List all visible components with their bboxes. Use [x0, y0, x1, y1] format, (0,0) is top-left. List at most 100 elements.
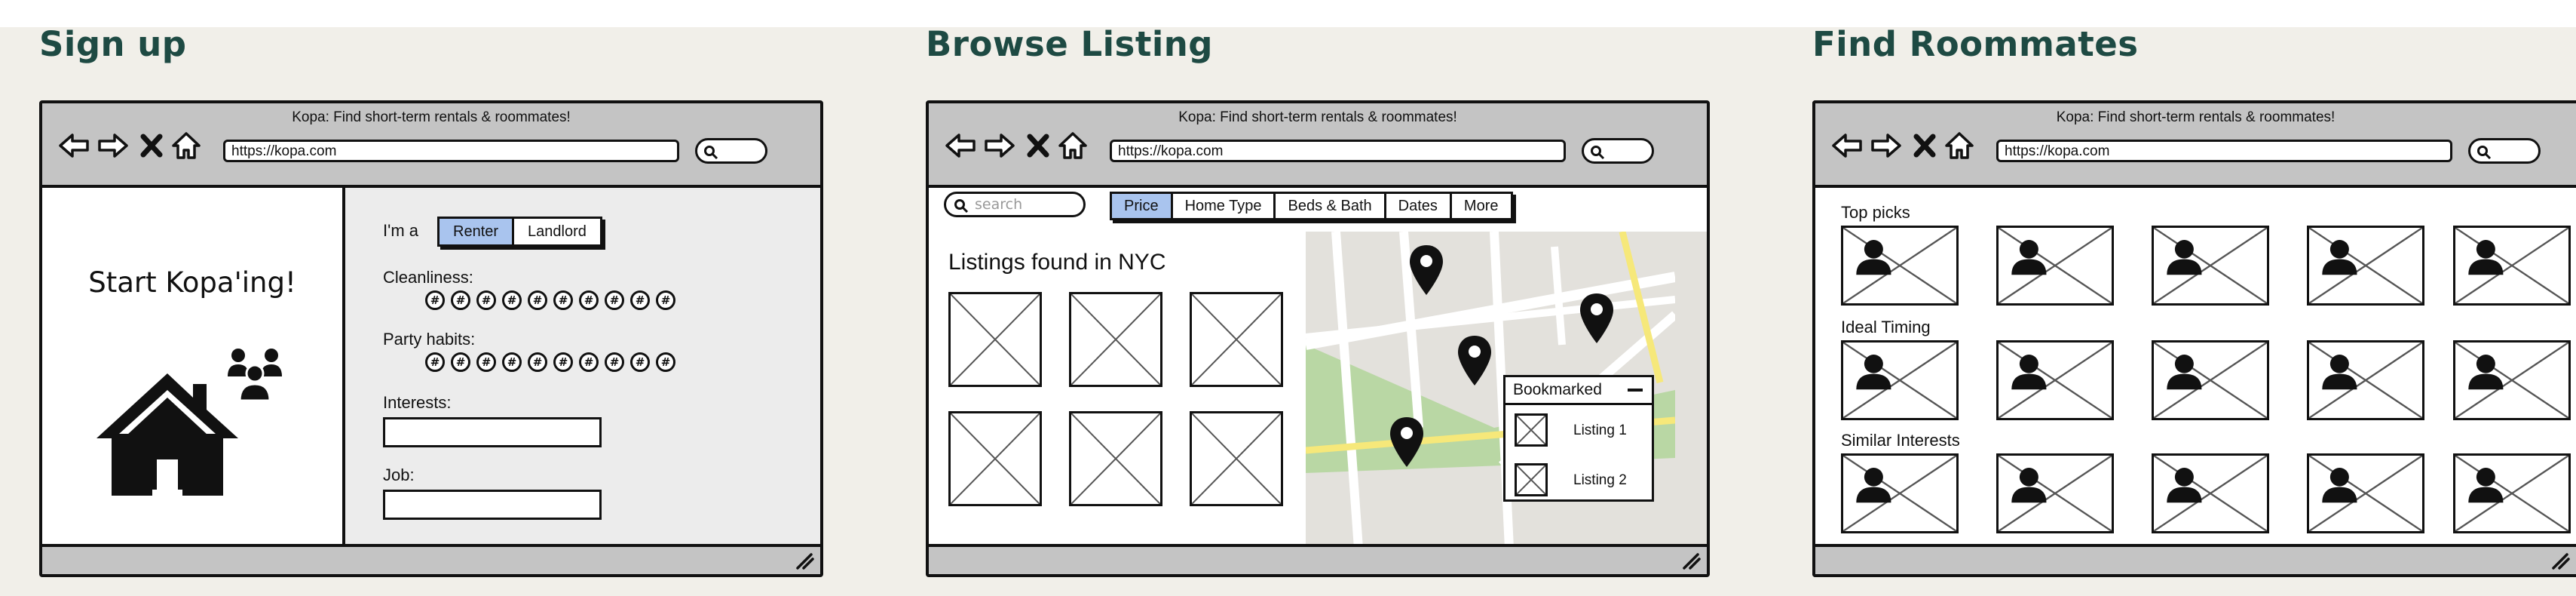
resize-grip-icon[interactable] [2549, 551, 2570, 570]
resize-grip-icon[interactable] [793, 551, 814, 570]
browser-titlebar: Kopa: Find short-term rentals & roommate… [42, 103, 820, 188]
map-pin-icon[interactable] [1577, 292, 1616, 345]
close-icon[interactable] [1912, 129, 1937, 162]
url-bar[interactable]: https://kopa.com [1110, 140, 1566, 162]
row-label-similar-interests: Similar Interests [1841, 431, 1960, 450]
rating-circle[interactable]: # [425, 290, 445, 310]
rating-circle[interactable]: # [630, 290, 650, 310]
roommate-card[interactable] [2307, 226, 2424, 306]
rating-circle[interactable]: # [502, 352, 522, 372]
roommate-card[interactable] [1841, 453, 1959, 533]
roommate-card[interactable] [1841, 340, 1959, 420]
minimize-icon[interactable] [1628, 389, 1643, 392]
forward-arrow-icon[interactable] [96, 129, 130, 162]
rating-circle[interactable]: # [630, 352, 650, 372]
browse-section-title: Browse Listing [926, 24, 1214, 64]
close-icon[interactable] [1025, 129, 1051, 162]
listing-card[interactable] [1069, 292, 1162, 387]
bookmarked-header: Bookmarked [1505, 377, 1652, 405]
listing-card[interactable] [948, 292, 1042, 387]
home-icon[interactable] [1057, 129, 1089, 162]
browser-search-pill[interactable] [1582, 138, 1654, 164]
roommate-card[interactable] [1996, 340, 2114, 420]
page-top-band [0, 0, 2576, 27]
avatar-icon [2309, 343, 2422, 418]
signup-section-title: Sign up [39, 24, 187, 64]
url-bar[interactable]: https://kopa.com [223, 140, 679, 162]
interests-input[interactable] [383, 417, 602, 447]
rating-circle[interactable]: # [553, 290, 573, 310]
bookmarked-panel: Bookmarked Listing 1 Listing 2 [1503, 375, 1654, 502]
bookmark-item[interactable]: Listing 1 [1515, 413, 1647, 451]
job-input[interactable] [383, 490, 602, 520]
browse-window: Kopa: Find short-term rentals & roommate… [926, 100, 1710, 577]
rating-circle[interactable]: # [476, 352, 496, 372]
back-arrow-icon[interactable] [57, 129, 90, 162]
rating-circle[interactable]: # [579, 352, 599, 372]
bookmark-item[interactable]: Listing 2 [1515, 463, 1647, 501]
map-pin-icon[interactable] [1407, 244, 1446, 296]
filter-home-type[interactable]: Home Type [1173, 194, 1276, 218]
cleanliness-label: Cleanliness: [383, 268, 473, 287]
roommate-card[interactable] [1841, 226, 1959, 306]
resize-grip-icon[interactable] [1680, 551, 1701, 570]
back-arrow-icon[interactable] [1830, 129, 1864, 162]
roommate-card[interactable] [2307, 453, 2424, 533]
rating-circle[interactable]: # [451, 290, 470, 310]
filter-price[interactable]: Price [1112, 194, 1173, 218]
roommate-card[interactable] [2453, 340, 2571, 420]
rating-circle[interactable]: # [656, 290, 675, 310]
row-label-top-picks: Top picks [1841, 203, 1910, 222]
roommate-card[interactable] [2453, 453, 2571, 533]
rating-circle[interactable]: # [605, 290, 624, 310]
roommate-card[interactable] [2307, 340, 2424, 420]
roommate-card[interactable] [2152, 226, 2269, 306]
filter-dates[interactable]: Dates [1386, 194, 1452, 218]
listing-card[interactable] [948, 411, 1042, 506]
interests-label: Interests: [383, 393, 452, 412]
back-arrow-icon[interactable] [944, 129, 977, 162]
roommate-card[interactable] [2152, 453, 2269, 533]
rating-circle[interactable]: # [553, 352, 573, 372]
listing-card[interactable] [1190, 411, 1283, 506]
rating-circle[interactable]: # [528, 290, 547, 310]
browser-search-pill[interactable] [2468, 138, 2541, 164]
rating-circle[interactable]: # [605, 352, 624, 372]
forward-arrow-icon[interactable] [1870, 129, 1903, 162]
rating-circle[interactable]: # [656, 352, 675, 372]
avatar-icon [1999, 456, 2112, 531]
avatar-icon [2154, 343, 2267, 418]
browser-titlebar: Kopa: Find short-term rentals & roommate… [1815, 103, 2576, 188]
rating-circle[interactable]: # [528, 352, 547, 372]
avatar-icon [1843, 228, 1956, 303]
roommate-card[interactable] [1996, 453, 2114, 533]
rating-circle[interactable]: # [579, 290, 599, 310]
roommate-card[interactable] [2152, 340, 2269, 420]
party-habits-rating: # # # # # # # # # # [425, 352, 675, 372]
bookmarked-title: Bookmarked [1513, 381, 1602, 398]
filter-beds-bath[interactable]: Beds & Bath [1276, 194, 1386, 218]
listing-card[interactable] [1190, 292, 1283, 387]
map-pin-icon[interactable] [1455, 334, 1494, 387]
rating-circle[interactable]: # [476, 290, 496, 310]
roommate-card[interactable] [2453, 226, 2571, 306]
rating-circle[interactable]: # [451, 352, 470, 372]
home-icon[interactable] [170, 129, 202, 162]
url-bar[interactable]: https://kopa.com [1996, 140, 2452, 162]
map-pin-icon[interactable] [1387, 416, 1426, 469]
avatar-icon [2309, 228, 2422, 303]
forward-arrow-icon[interactable] [983, 129, 1016, 162]
listing-search-input[interactable]: search [944, 192, 1086, 217]
landlord-option[interactable]: Landlord [514, 219, 600, 244]
browser-search-pill[interactable] [695, 138, 767, 164]
bookmark-thumbnail [1515, 463, 1548, 496]
home-icon[interactable] [1943, 129, 1975, 162]
rating-circle[interactable]: # [502, 290, 522, 310]
im-a-label: I'm a [383, 221, 418, 240]
renter-option[interactable]: Renter [440, 219, 515, 244]
listing-card[interactable] [1069, 411, 1162, 506]
rating-circle[interactable]: # [425, 352, 445, 372]
close-icon[interactable] [139, 129, 164, 162]
filter-more[interactable]: More [1452, 194, 1511, 218]
roommate-card[interactable] [1996, 226, 2114, 306]
